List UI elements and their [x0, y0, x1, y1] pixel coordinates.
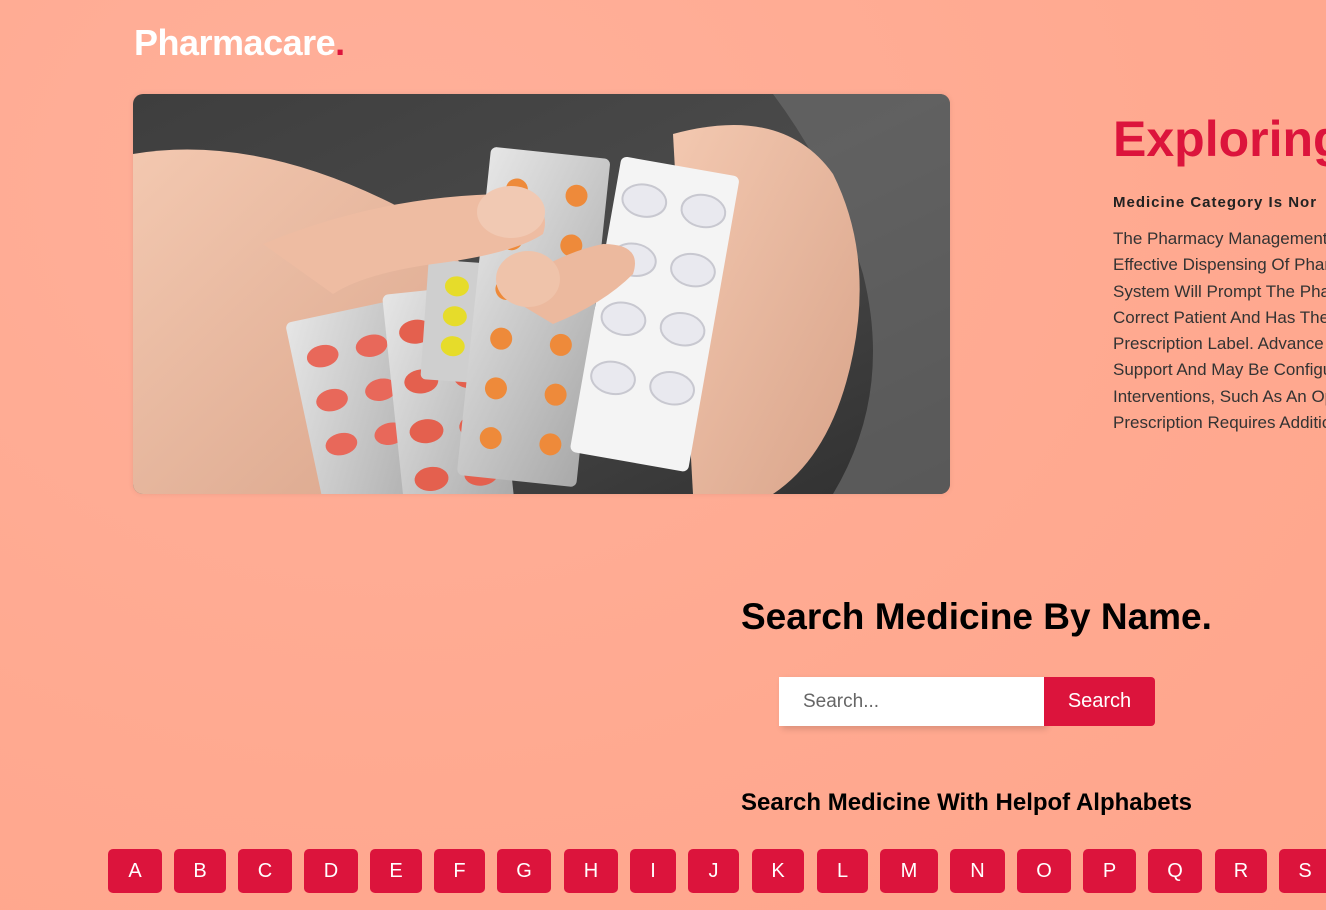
brand-logo[interactable]: Pharmacare. [134, 22, 345, 64]
letter-button-m[interactable]: M [880, 849, 938, 893]
letter-button-k[interactable]: K [752, 849, 804, 893]
explore-body-line: Effective Dispensing Of Phar [1113, 255, 1326, 275]
letter-button-a[interactable]: A [108, 849, 162, 893]
letter-button-r[interactable]: R [1215, 849, 1267, 893]
page: Pharmacare. Exploring Medicine Category … [0, 0, 1326, 910]
letter-button-e[interactable]: E [370, 849, 422, 893]
explore-body-line: Prescription Requires Additio [1113, 413, 1326, 433]
letter-button-d[interactable]: D [304, 849, 358, 893]
alphabet-title: Search Medicine With Helpof Alphabets [741, 789, 1192, 816]
explore-subtitle: Medicine Category Is Nor [1113, 194, 1318, 211]
letter-button-c[interactable]: C [238, 849, 292, 893]
explore-body: The Pharmacy Management Effective Dispen… [1113, 226, 1326, 436]
letter-button-h[interactable]: H [564, 849, 618, 893]
hero-image [133, 94, 950, 494]
explore-body-line: Prescription Label. Advance [1113, 334, 1324, 354]
letter-button-o[interactable]: O [1017, 849, 1071, 893]
letter-button-p[interactable]: P [1083, 849, 1136, 893]
letter-button-f[interactable]: F [434, 849, 485, 893]
explore-body-line: Support And May Be Configu [1113, 360, 1326, 380]
letter-button-g[interactable]: G [497, 849, 551, 893]
letter-button-n[interactable]: N [950, 849, 1005, 893]
explore-body-line: Correct Patient And Has The [1113, 307, 1326, 327]
alphabet-buttons: A B C D E F G H I J K L M N O P Q R S [108, 849, 1326, 893]
explore-title: Exploring [1113, 111, 1326, 167]
letter-button-s[interactable]: S [1279, 849, 1326, 893]
letter-button-b[interactable]: B [174, 849, 226, 893]
brand-name: Pharmacare [134, 22, 336, 63]
explore-body-line: The Pharmacy Management [1113, 229, 1326, 248]
search-title: Search Medicine By Name. [741, 596, 1212, 637]
explore-body-line: Interventions, Such As An Op [1113, 386, 1326, 406]
search-button[interactable]: Search [1044, 677, 1155, 726]
letter-button-l[interactable]: L [817, 849, 868, 893]
explore-body-line: System Will Prompt The Pha [1113, 281, 1326, 301]
brand-dot: . [335, 22, 345, 63]
letter-button-j[interactable]: J [688, 849, 739, 893]
search-input[interactable] [779, 677, 1044, 726]
letter-button-i[interactable]: I [630, 849, 676, 893]
letter-button-q[interactable]: Q [1148, 849, 1202, 893]
